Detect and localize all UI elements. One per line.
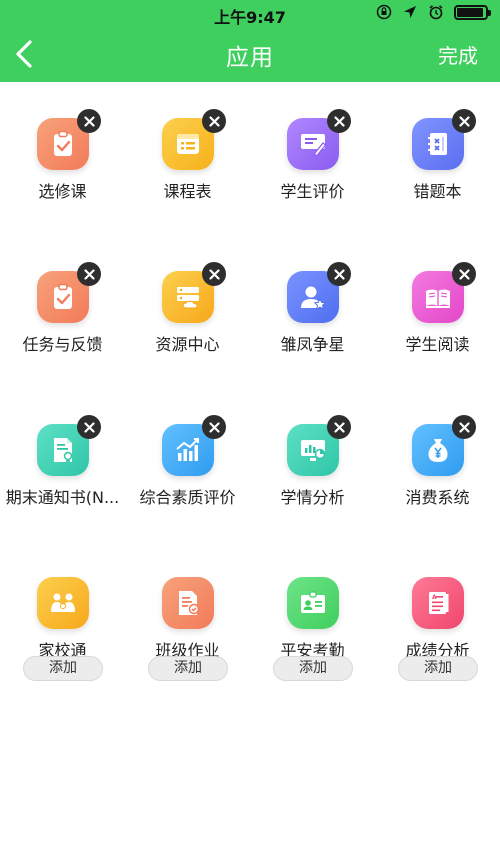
app-tile-class-homework: 班级作业 添加 xyxy=(125,541,250,691)
app-label: 期末通知书(N... xyxy=(5,488,120,507)
rotation-lock-icon xyxy=(376,4,392,20)
location-arrow-icon xyxy=(404,6,416,18)
app-tile-task-feedback: 任务与反馈 xyxy=(0,235,125,385)
app-tile-timetable: 课程表 xyxy=(125,82,250,232)
app-tile-star-competition: 雏凤争星 xyxy=(250,235,375,385)
status-bar: 上午9:47 xyxy=(0,0,500,27)
battery-icon xyxy=(454,4,491,20)
app-label: 雏凤争星 xyxy=(280,335,345,354)
remove-app-button[interactable] xyxy=(452,109,476,133)
app-label: 任务与反馈 xyxy=(22,335,103,354)
remove-app-button[interactable] xyxy=(202,262,226,286)
page-title: 应用 xyxy=(226,45,274,71)
app-label: 消费系统 xyxy=(405,488,470,507)
app-tile-grade-analysis: A 成绩分析 添加 xyxy=(375,541,500,691)
remove-app-button[interactable] xyxy=(327,415,351,439)
grade-report-icon[interactable]: A xyxy=(412,577,464,629)
remove-app-button[interactable] xyxy=(202,415,226,439)
alarm-clock-icon xyxy=(429,5,443,20)
app-label: 学生评价 xyxy=(280,182,345,201)
homework-icon[interactable] xyxy=(162,577,214,629)
app-tile-elective: 选修课 xyxy=(0,82,125,232)
add-app-button[interactable]: 添加 xyxy=(148,656,228,681)
app-label: 综合素质评价 xyxy=(139,488,236,507)
remove-app-button[interactable] xyxy=(452,415,476,439)
app-tile-final-notice: 期末通知书(N... xyxy=(0,388,125,538)
app-label: 选修课 xyxy=(38,182,87,201)
remove-app-button[interactable] xyxy=(327,262,351,286)
app-label: 学情分析 xyxy=(280,488,345,507)
remove-app-button[interactable] xyxy=(202,109,226,133)
app-tile-quality-evaluation: 综合素质评价 xyxy=(125,388,250,538)
app-label: 资源中心 xyxy=(155,335,220,354)
remove-app-button[interactable] xyxy=(77,415,101,439)
app-tile-resource-center: 资源中心 xyxy=(125,235,250,385)
app-label: 课程表 xyxy=(163,182,212,201)
add-app-button[interactable]: 添加 xyxy=(398,656,478,681)
app-label: 学生阅读 xyxy=(405,335,470,354)
family-icon[interactable] xyxy=(37,577,89,629)
remove-app-button[interactable] xyxy=(77,262,101,286)
add-app-button[interactable]: 添加 xyxy=(23,656,103,681)
app-tile-student-evaluation: 学生评价 xyxy=(250,82,375,232)
app-tile-learning-analysis: 学情分析 xyxy=(250,388,375,538)
app-tile-student-reading: 学生阅读 xyxy=(375,235,500,385)
add-app-button[interactable]: 添加 xyxy=(273,656,353,681)
app-tile-payment-system: 消费系统 xyxy=(375,388,500,538)
remove-app-button[interactable] xyxy=(77,109,101,133)
app-label: 错题本 xyxy=(413,182,462,201)
app-tile-error-book: 错题本 xyxy=(375,82,500,232)
remove-app-button[interactable] xyxy=(452,262,476,286)
remove-app-button[interactable] xyxy=(327,109,351,133)
app-tile-home-school: 家校通 添加 xyxy=(0,541,125,691)
nav-bar: 应用 完成 xyxy=(0,26,500,82)
app-tile-safety-attendance: 平安考勤 添加 xyxy=(250,541,375,691)
done-button[interactable]: 完成 xyxy=(438,40,478,69)
status-icons xyxy=(376,4,491,20)
id-card-icon[interactable] xyxy=(287,577,339,629)
